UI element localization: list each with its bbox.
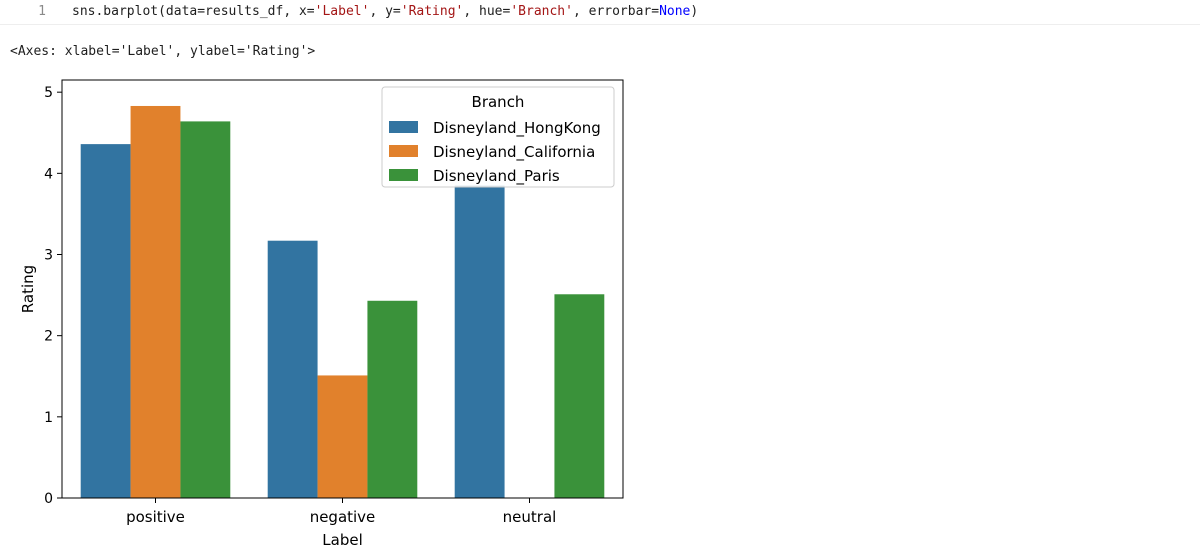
bar: [130, 105, 181, 499]
bar: [554, 294, 605, 498]
x-tick-label: neutral: [503, 508, 557, 526]
y-tick-label: 1: [44, 410, 53, 426]
bar: [180, 121, 231, 499]
legend-swatch: [389, 169, 418, 181]
x-tick-label: positive: [126, 508, 185, 526]
legend-label: Disneyland_California: [433, 143, 595, 162]
y-tick-label: 0: [44, 491, 53, 507]
bar: [317, 375, 368, 498]
legend-swatch: [389, 145, 418, 157]
legend-title: Branch: [472, 93, 525, 111]
y-axis-label: Rating: [19, 265, 37, 313]
x-tick-label: negative: [310, 508, 376, 526]
bar: [80, 144, 131, 498]
y-tick-label: 3: [44, 248, 53, 264]
bar: [367, 300, 418, 498]
legend-label: Disneyland_HongKong: [433, 119, 601, 138]
y-tick-label: 2: [44, 329, 53, 345]
y-tick-label: 4: [44, 166, 53, 182]
y-tick-label: 5: [44, 85, 53, 101]
bar: [454, 185, 505, 498]
x-axis-label: Label: [322, 531, 362, 549]
bar: [267, 240, 318, 499]
legend-swatch: [389, 121, 418, 133]
legend-label: Disneyland_Paris: [433, 167, 560, 186]
bar-chart: 0 1 2 3 4 5 positive negative neutral Label Rating…: [19, 79, 624, 549]
